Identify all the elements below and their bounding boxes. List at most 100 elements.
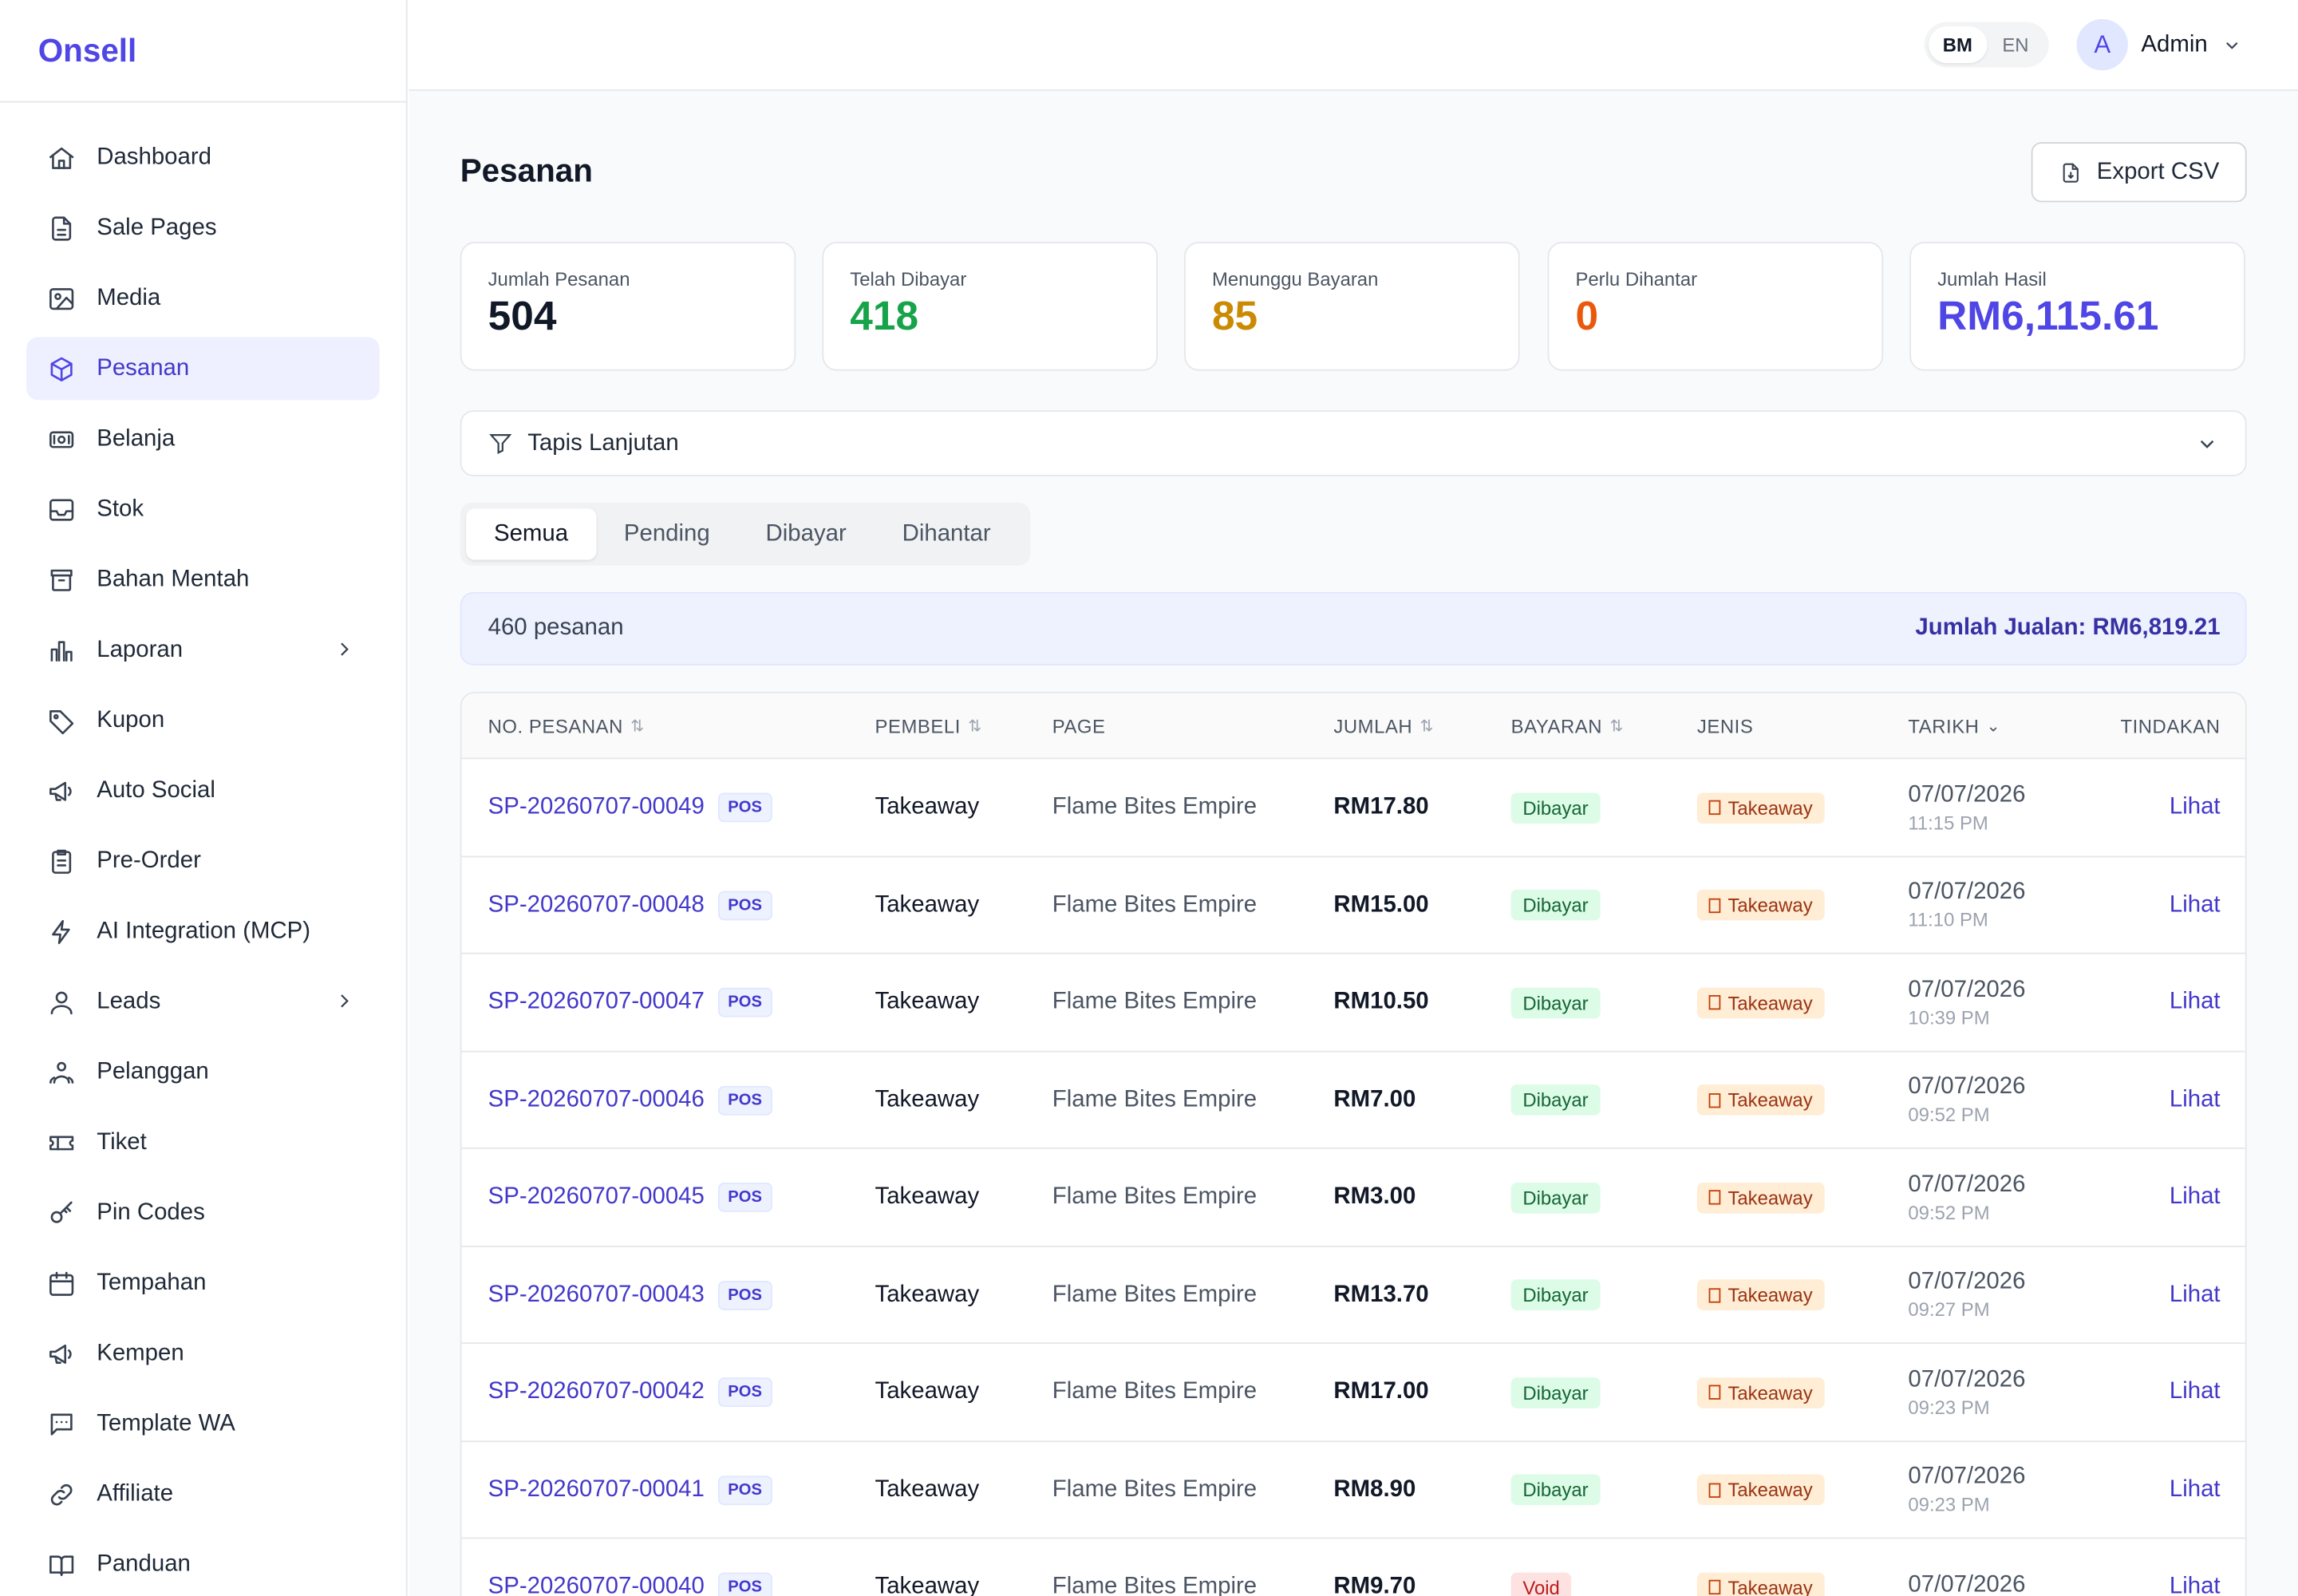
action-cell: Lihat bbox=[2170, 1052, 2221, 1148]
order-number-link[interactable]: SP-20260707-00041 bbox=[488, 1476, 705, 1503]
user-icon bbox=[47, 987, 77, 1017]
chevron-down-icon[interactable] bbox=[2222, 34, 2243, 55]
avatar[interactable]: A bbox=[2076, 18, 2128, 71]
page: Onsell Dashboard Sale Pages Media Pesanan Be… bbox=[0, 0, 2298, 1596]
col-amount[interactable]: JUMLAH ⇅ bbox=[1333, 715, 1434, 737]
col-date[interactable]: TARIKH ⌄ bbox=[1908, 715, 2000, 737]
sidebar-item-tempahan[interactable]: Tempahan bbox=[26, 1251, 380, 1314]
order-number-link[interactable]: SP-20260707-00048 bbox=[488, 892, 705, 918]
sidebar-item-dashboard[interactable]: Dashboard bbox=[26, 126, 380, 189]
view-order-link[interactable]: Lihat bbox=[2170, 1379, 2221, 1405]
sidebar-item-bahan-mentah[interactable]: Bahan Mentah bbox=[26, 548, 380, 611]
view-order-link[interactable]: Lihat bbox=[2170, 1476, 2221, 1503]
order-number-link[interactable]: SP-20260707-00043 bbox=[488, 1282, 705, 1308]
sidebar-item-stok[interactable]: Stok bbox=[26, 478, 380, 541]
order-number-link[interactable]: SP-20260707-00046 bbox=[488, 1087, 705, 1113]
stat-value: 85 bbox=[1211, 293, 1258, 339]
sidebar-item-pelanggan[interactable]: Pelanggan bbox=[26, 1041, 380, 1104]
sidebar-item-ai-integration-mcp[interactable]: AI Integration (MCP) bbox=[26, 900, 380, 963]
tab-semua[interactable]: Semua bbox=[466, 508, 596, 560]
payment-cell: Dibayar bbox=[1510, 856, 1601, 953]
sidebar-item-affiliate[interactable]: Affiliate bbox=[26, 1463, 380, 1526]
type-cell: Takeaway bbox=[1696, 1246, 1825, 1343]
sidebar-item-leads[interactable]: Leads bbox=[26, 970, 380, 1033]
col-payment[interactable]: BAYARAN ⇅ bbox=[1511, 715, 1624, 737]
pos-badge: POS bbox=[717, 1183, 772, 1212]
date-cell: 07/07/2026 10:39 PM bbox=[1908, 954, 2025, 1051]
order-number-link[interactable]: SP-20260707-00049 bbox=[488, 794, 705, 820]
sidebar-item-template-wa[interactable]: Template WA bbox=[26, 1393, 380, 1456]
sidebar-item-panduan[interactable]: Panduan bbox=[26, 1533, 380, 1596]
sidebar-item-label: Kempen bbox=[97, 1340, 184, 1365]
sidebar-item-kupon[interactable]: Kupon bbox=[26, 689, 380, 752]
tab-dibayar[interactable]: Dibayar bbox=[738, 508, 875, 559]
col-order-no[interactable]: NO. PESANAN ⇅ bbox=[488, 715, 645, 737]
lang-option-en[interactable]: EN bbox=[1987, 26, 2045, 63]
page-cell: Flame Bites Empire bbox=[1052, 891, 1258, 917]
table-row: SP-20260707-00049 POS Takeaway Flame Bites … bbox=[461, 759, 2245, 857]
advanced-filter-toggle[interactable]: Tapis Lanjutan bbox=[460, 410, 2247, 476]
amount-cell: RM17.80 bbox=[1333, 794, 1429, 820]
view-order-link[interactable]: Lihat bbox=[2170, 1574, 2221, 1596]
stat-value: 418 bbox=[850, 293, 919, 339]
order-date: 07/07/2026 bbox=[1908, 1464, 2026, 1489]
sidebar-item-media[interactable]: Media bbox=[26, 267, 380, 330]
order-type-label: Takeaway bbox=[1727, 1283, 1813, 1306]
sidebar-item-kempen[interactable]: Kempen bbox=[26, 1322, 380, 1385]
col-date-label: TARIKH bbox=[1908, 715, 1980, 737]
main-content: Pesanan Export CSV Jumlah Pesanan 504 Tela… bbox=[409, 90, 2298, 1596]
col-action-label: TINDAKAN bbox=[2120, 715, 2221, 737]
export-csv-button[interactable]: Export CSV bbox=[2031, 142, 2247, 203]
sidebar-item-belanja[interactable]: Belanja bbox=[26, 408, 380, 471]
page-cell: Flame Bites Empire bbox=[1052, 794, 1258, 820]
col-type: JENIS bbox=[1697, 715, 1753, 737]
order-type-label: Takeaway bbox=[1727, 991, 1813, 1013]
type-cell: Takeaway bbox=[1696, 1441, 1825, 1538]
order-number-link[interactable]: SP-20260707-00040 bbox=[488, 1574, 705, 1596]
sidebar-item-label: Media bbox=[97, 285, 161, 310]
lang-option-bm[interactable]: BM bbox=[1929, 26, 1987, 63]
payment-cell: Dibayar bbox=[1510, 1052, 1601, 1148]
sidebar-item-pesanan[interactable]: Pesanan bbox=[26, 337, 380, 401]
file-download-icon bbox=[2059, 160, 2082, 184]
order-no-cell: SP-20260707-00043 POS bbox=[488, 1246, 772, 1343]
brand[interactable]: Onsell bbox=[0, 0, 406, 103]
payment-cell: Dibayar bbox=[1510, 759, 1601, 855]
tab-dihantar[interactable]: Dihantar bbox=[875, 508, 1019, 559]
pos-badge: POS bbox=[717, 1084, 772, 1115]
view-order-link[interactable]: Lihat bbox=[2170, 1184, 2221, 1211]
view-order-link[interactable]: Lihat bbox=[2170, 1282, 2221, 1308]
sidebar-item-label: Bahan Mentah bbox=[97, 566, 250, 592]
date-cell: 07/07/2026 bbox=[1908, 1539, 2025, 1596]
amount-cell: RM10.50 bbox=[1333, 989, 1429, 1014]
page-cell: Flame Bites Empire bbox=[1052, 1183, 1258, 1210]
user-name[interactable]: Admin bbox=[2141, 31, 2207, 57]
sidebar-item-pin-codes[interactable]: Pin Codes bbox=[26, 1181, 380, 1244]
view-order-link[interactable]: Lihat bbox=[2170, 1087, 2221, 1113]
col-buyer[interactable]: PEMBELI ⇅ bbox=[875, 715, 982, 737]
order-number-link[interactable]: SP-20260707-00047 bbox=[488, 990, 705, 1016]
sidebar-item-pre-order[interactable]: Pre-Order bbox=[26, 829, 380, 892]
view-order-link[interactable]: Lihat bbox=[2170, 794, 2221, 820]
stat-label: Perlu Dihantar bbox=[1575, 268, 1698, 290]
view-order-link[interactable]: Lihat bbox=[2170, 990, 2221, 1016]
language-switch[interactable]: BM EN bbox=[1924, 22, 2049, 68]
calendar-icon bbox=[47, 1268, 77, 1298]
sidebar-item-auto-social[interactable]: Auto Social bbox=[26, 759, 380, 822]
user-menu[interactable]: A Admin bbox=[2076, 18, 2243, 71]
home-icon bbox=[47, 143, 77, 172]
payment-cell: Void bbox=[1510, 1539, 1572, 1596]
view-order-link[interactable]: Lihat bbox=[2170, 892, 2221, 918]
sidebar-item-sale-pages[interactable]: Sale Pages bbox=[26, 196, 380, 259]
megaphone-icon bbox=[47, 776, 77, 805]
order-number-link[interactable]: SP-20260707-00045 bbox=[488, 1184, 705, 1211]
sidebar-item-tiket[interactable]: Tiket bbox=[26, 1111, 380, 1174]
sidebar-item-laporan[interactable]: Laporan bbox=[26, 618, 380, 681]
order-number-link[interactable]: SP-20260707-00042 bbox=[488, 1379, 705, 1405]
table-header: NO. PESANAN ⇅ PEMBELI ⇅ PAGE JUMLAH ⇅ BAYAR… bbox=[461, 693, 2245, 760]
order-type-badge: Takeaway bbox=[1696, 889, 1825, 921]
stat-label: Jumlah Pesanan bbox=[488, 268, 630, 290]
date-cell: 07/07/2026 09:27 PM bbox=[1908, 1246, 2025, 1343]
tab-pending[interactable]: Pending bbox=[596, 508, 738, 559]
stat-card-jumlah-pesanan: Jumlah Pesanan 504 bbox=[460, 242, 796, 371]
